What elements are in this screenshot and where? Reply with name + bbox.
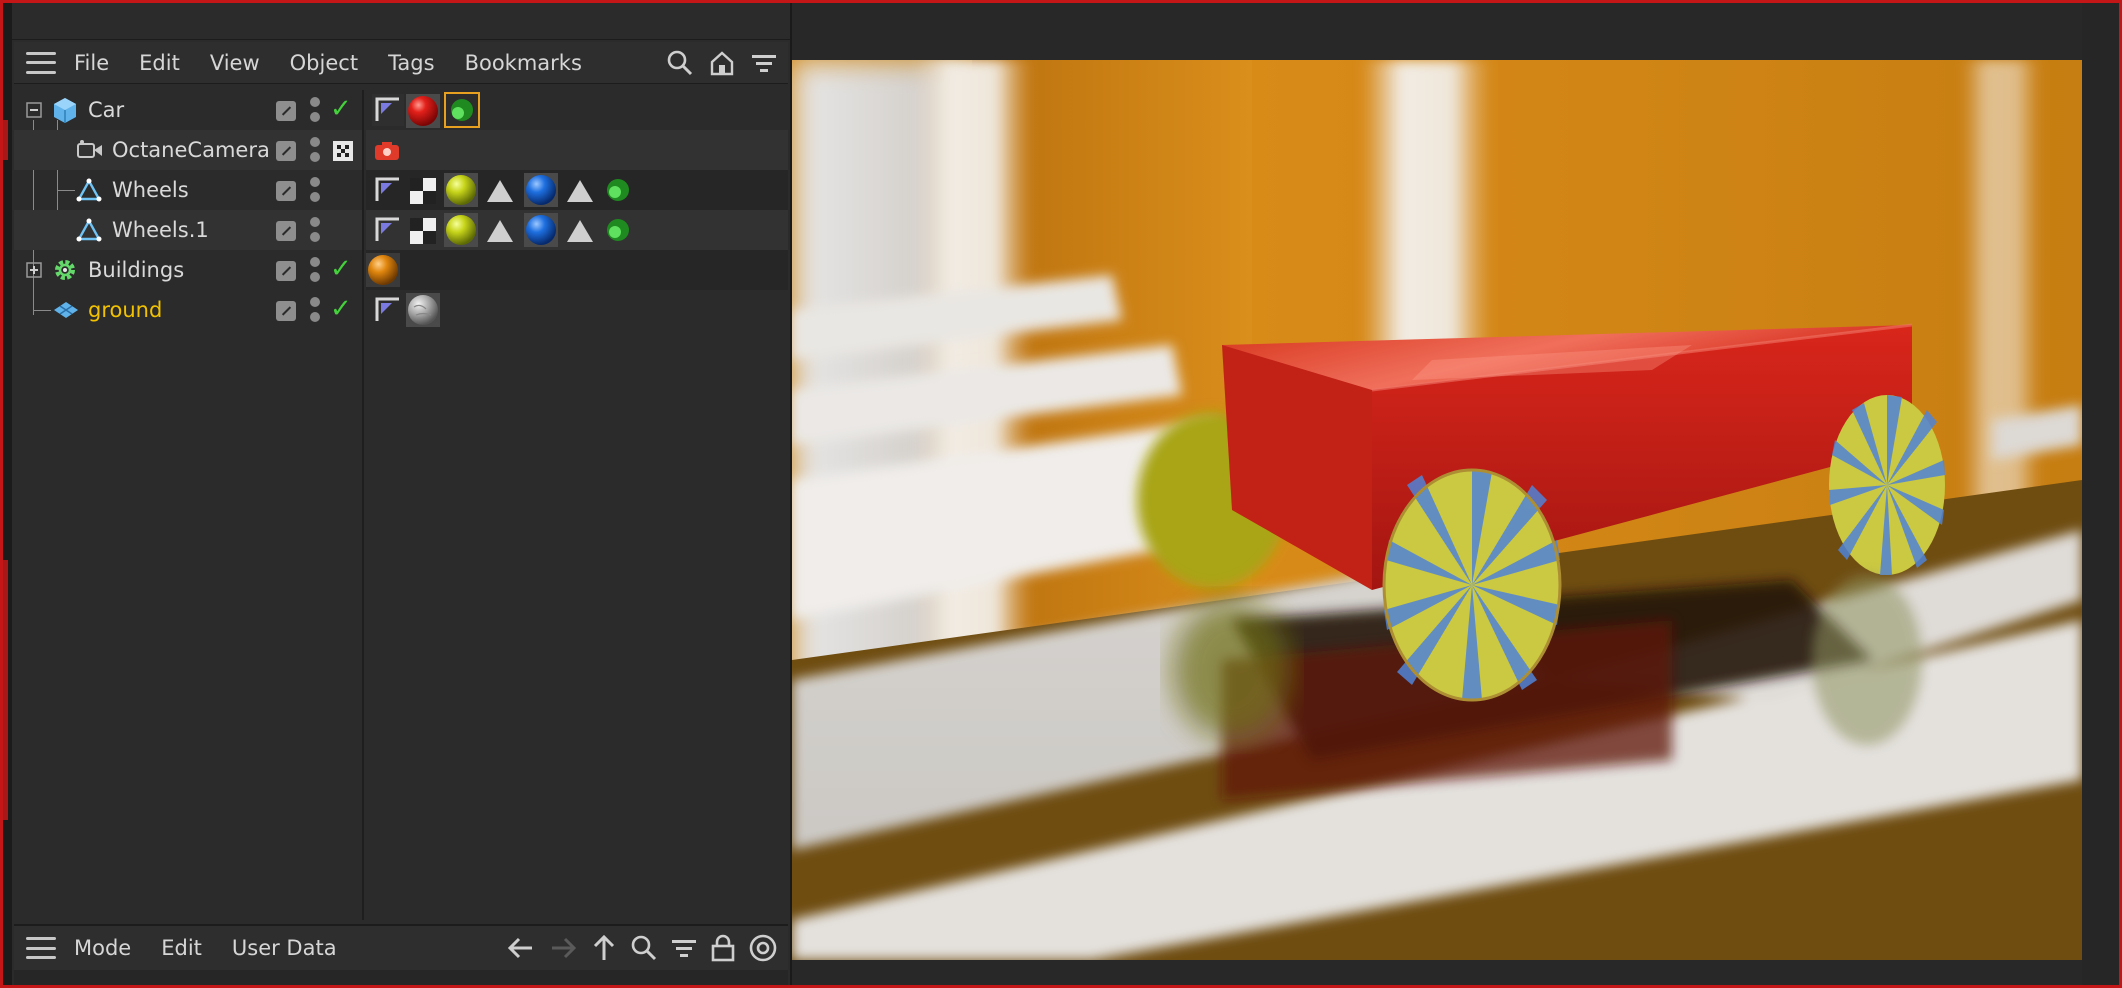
filter-icon[interactable] xyxy=(670,934,698,962)
lock-icon[interactable] xyxy=(710,934,736,962)
attributes-content xyxy=(14,970,788,988)
home-icon[interactable] xyxy=(708,49,736,77)
phong-tag-icon[interactable] xyxy=(372,214,404,246)
uvw-tag-icon[interactable] xyxy=(410,178,436,204)
object-name[interactable]: Wheels xyxy=(112,178,189,202)
plane-icon xyxy=(54,302,78,318)
visibility-dots-icon[interactable] xyxy=(310,97,320,123)
target-icon[interactable] xyxy=(748,933,778,963)
render-image xyxy=(792,60,2082,960)
octane-object-tag-icon[interactable] xyxy=(444,92,480,128)
material-tag-red-icon[interactable] xyxy=(406,94,440,128)
arrow-left-icon[interactable] xyxy=(506,934,536,962)
tree-row-wheels-1[interactable]: Wheels.1 xyxy=(14,210,362,250)
arrow-right-icon[interactable] xyxy=(548,934,578,962)
menu-tags[interactable]: Tags xyxy=(388,51,435,75)
enabled-check-icon[interactable]: ✓ xyxy=(330,254,352,284)
object-tree: Car ✓ OctaneCamera Wheels Wheels.1 Build… xyxy=(14,90,364,920)
selection-tag-icon[interactable] xyxy=(566,218,594,244)
visibility-dots-icon[interactable] xyxy=(310,297,320,323)
selection-tag-icon[interactable] xyxy=(486,218,514,244)
viewport-side-panel xyxy=(2082,0,2122,988)
left-panel: File Edit View Object Tags Bookmarks Car… xyxy=(0,0,790,988)
edit-toggle-icon[interactable] xyxy=(276,221,296,241)
octane-object-tag-icon[interactable] xyxy=(604,176,632,204)
menu-user-data[interactable]: User Data xyxy=(232,936,337,960)
tags-column xyxy=(366,90,788,920)
panel-edge xyxy=(0,0,12,988)
material-tag-orange-icon[interactable] xyxy=(366,253,400,287)
object-name[interactable]: Wheels.1 xyxy=(112,218,209,242)
render-scene xyxy=(792,60,2082,960)
tree-row-buildings[interactable]: Buildings ✓ xyxy=(14,250,362,290)
selection-tag-icon[interactable] xyxy=(566,178,594,204)
expand-icon[interactable] xyxy=(26,262,42,278)
edit-toggle-icon[interactable] xyxy=(276,261,296,281)
attributes-menubar: Mode Edit User Data xyxy=(14,924,788,970)
symmetry-icon xyxy=(76,178,102,202)
menu-mode[interactable]: Mode xyxy=(74,936,131,960)
visibility-dots-icon[interactable] xyxy=(310,177,320,203)
focus-icon[interactable] xyxy=(332,140,354,162)
visibility-dots-icon[interactable] xyxy=(310,257,320,283)
octane-object-tag-icon[interactable] xyxy=(604,216,632,244)
visibility-dots-icon[interactable] xyxy=(310,137,320,163)
tags-row-octanecamera xyxy=(366,130,788,170)
gear-icon xyxy=(55,260,75,280)
symmetry-icon xyxy=(76,218,102,242)
menu-edit[interactable]: Edit xyxy=(139,51,180,75)
object-manager-menubar: File Edit View Object Tags Bookmarks xyxy=(14,42,788,84)
search-icon[interactable] xyxy=(666,49,694,77)
edit-toggle-icon[interactable] xyxy=(276,181,296,201)
menu-file[interactable]: File xyxy=(74,51,109,75)
phong-tag-icon[interactable] xyxy=(372,94,404,126)
visibility-dots-icon[interactable] xyxy=(310,217,320,243)
tree-row-wheels[interactable]: Wheels xyxy=(14,170,362,210)
render-viewport[interactable] xyxy=(790,0,2122,988)
object-name[interactable]: OctaneCamera xyxy=(112,138,270,162)
hamburger-menu-icon[interactable] xyxy=(26,51,56,74)
menu-object[interactable]: Object xyxy=(290,51,358,75)
edit-toggle-icon[interactable] xyxy=(276,101,296,121)
material-tag-yellow-icon[interactable] xyxy=(444,173,478,207)
selection-tag-icon[interactable] xyxy=(486,178,514,204)
cube-icon xyxy=(54,98,76,123)
material-tag-grey-icon[interactable] xyxy=(406,293,440,327)
material-tag-blue-icon[interactable] xyxy=(524,213,558,247)
material-tag-yellow-icon[interactable] xyxy=(444,213,478,247)
filter-icon[interactable] xyxy=(750,49,778,77)
tree-row-ground[interactable]: ground ✓ xyxy=(14,290,362,330)
menu-bookmarks[interactable]: Bookmarks xyxy=(465,51,582,75)
object-name[interactable]: Car xyxy=(88,98,124,122)
collapse-icon[interactable] xyxy=(26,102,42,118)
edit-toggle-icon[interactable] xyxy=(276,301,296,321)
phong-tag-icon[interactable] xyxy=(372,294,404,326)
search-icon[interactable] xyxy=(630,934,658,962)
enabled-check-icon[interactable]: ✓ xyxy=(330,294,352,324)
panel-header-space xyxy=(12,0,790,40)
tags-row-buildings xyxy=(366,250,788,290)
edit-toggle-icon[interactable] xyxy=(276,141,296,161)
arrow-up-icon[interactable] xyxy=(590,933,618,963)
material-tag-blue-icon[interactable] xyxy=(524,173,558,207)
uvw-tag-icon[interactable] xyxy=(410,218,436,244)
tree-row-octanecamera[interactable]: OctaneCamera xyxy=(14,130,362,170)
menu-view[interactable]: View xyxy=(210,51,260,75)
enabled-check-icon[interactable]: ✓ xyxy=(330,94,352,124)
hamburger-menu-icon[interactable] xyxy=(26,937,56,959)
octane-camera-tag-icon[interactable] xyxy=(372,136,402,166)
object-name-selected[interactable]: ground xyxy=(88,298,162,322)
camera-icon xyxy=(77,140,102,158)
tree-row-car[interactable]: Car ✓ xyxy=(14,90,362,130)
menu-edit[interactable]: Edit xyxy=(161,936,202,960)
object-name[interactable]: Buildings xyxy=(88,258,184,282)
phong-tag-icon[interactable] xyxy=(372,174,404,206)
